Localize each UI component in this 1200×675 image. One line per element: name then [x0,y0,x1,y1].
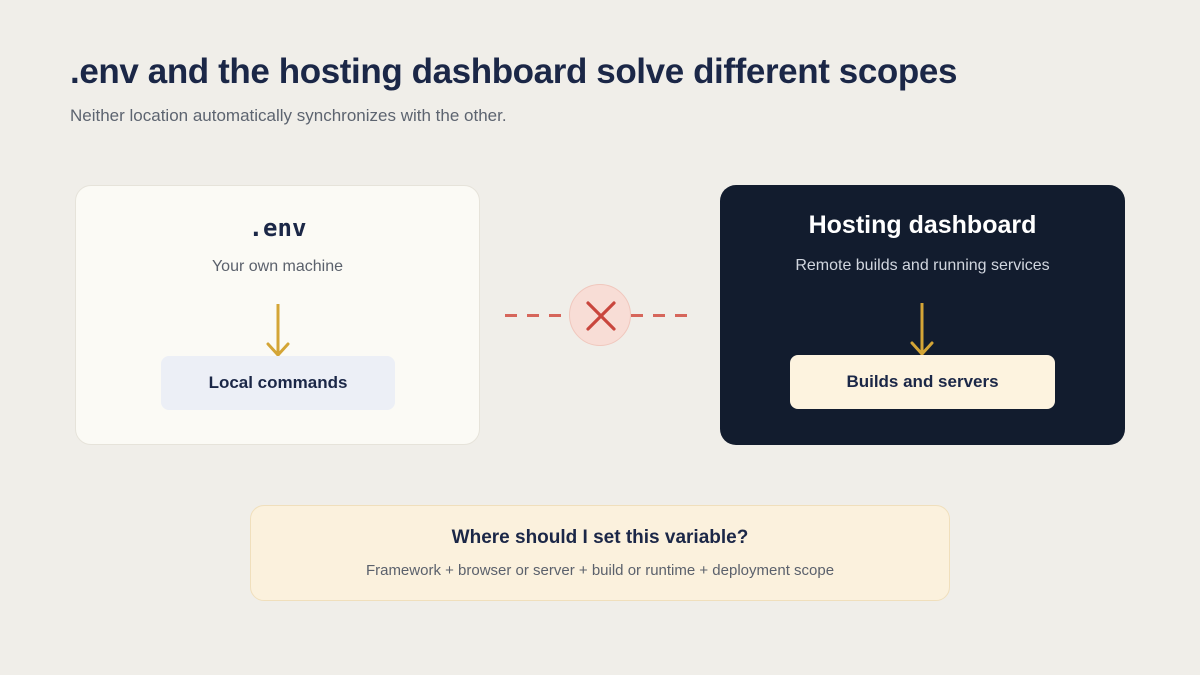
env-card-title: .env [248,214,307,242]
no-sync-badge [569,284,631,346]
diagram-canvas: .env and the hosting dashboard solve dif… [0,0,1200,675]
dashed-connector-right [631,314,697,317]
question-subtitle: Framework + browser or server + build or… [365,562,835,579]
local-commands-box: Local commands [161,356,395,410]
page-title: .env and the hosting dashboard solve dif… [70,52,958,91]
hosting-dashboard-card: Hosting dashboard Remote builds and runn… [720,185,1125,445]
hosting-card-subtitle: Remote builds and running services [795,257,1050,274]
close-icon [586,301,616,331]
env-card-subtitle: Your own machine [211,258,344,275]
builds-servers-box: Builds and servers [790,355,1055,409]
question-title: Where should I set this variable? [451,527,749,548]
question-box: Where should I set this variable? Framew… [250,505,950,601]
arrow-down-icon [266,304,290,357]
env-card: .env Your own machine Local commands [75,185,480,445]
arrow-down-icon [910,303,934,356]
page-subtitle: Neither location automatically synchroni… [70,106,507,125]
hosting-card-title: Hosting dashboard [808,211,1037,239]
dashed-connector-left [505,314,569,317]
